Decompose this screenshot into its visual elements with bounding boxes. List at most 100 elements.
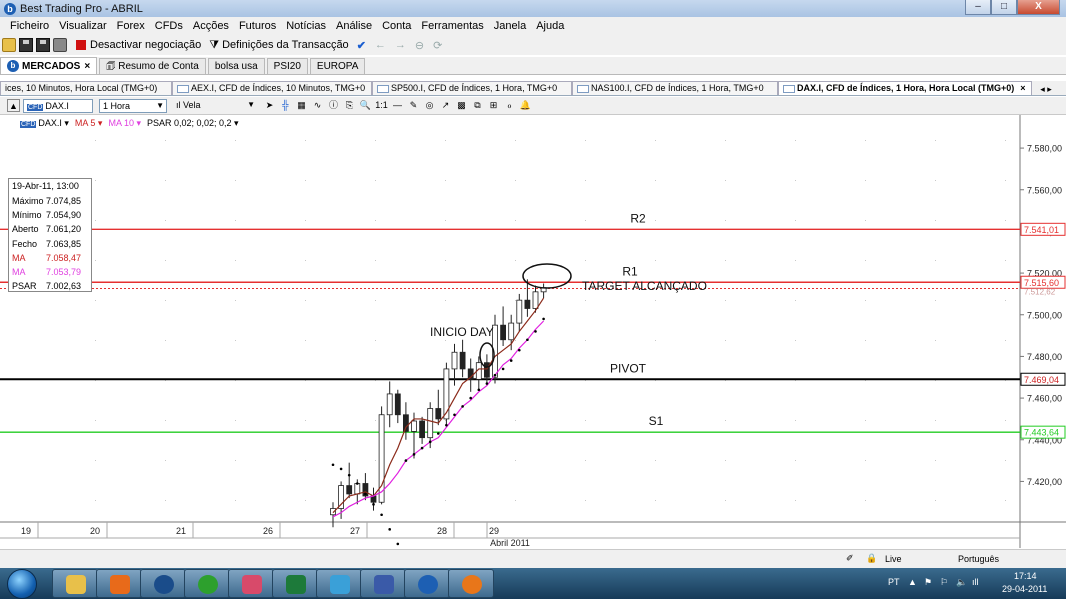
chart-style-select[interactable]: ıl Vela ▼ xyxy=(173,99,257,113)
chart-tab-sp500[interactable]: SP500.I, CFD de Índices, 1 Hora, TMG+0 xyxy=(372,81,572,95)
chart-tab-aex[interactable]: AEX.I, CFD de Índices, 10 Minutos, TMG+0 xyxy=(172,81,372,95)
menu-ficheiro[interactable]: Ficheiro xyxy=(10,20,49,32)
grid-dot xyxy=(1005,180,1006,181)
alert-icon[interactable]: 🔔 xyxy=(519,99,532,112)
chart-settings-icon[interactable]: ✐ xyxy=(846,553,854,564)
tab-resumo-de-conta[interactable]: 🗊 Resumo de Conta xyxy=(99,58,206,74)
tab-close-icon[interactable]: × xyxy=(84,59,90,74)
save-as-icon[interactable] xyxy=(36,38,50,52)
chart-tab-dax[interactable]: DAX.I, CFD de Índices, 1 Hora, Hora Loca… xyxy=(778,81,1032,95)
refresh-icon[interactable]: ⟳ xyxy=(433,39,442,52)
menu-forex[interactable]: Forex xyxy=(117,20,145,32)
info-icon[interactable]: ⓘ xyxy=(327,99,340,112)
taskbar-messenger[interactable] xyxy=(316,569,362,598)
taskbar-best-trading[interactable] xyxy=(404,569,450,598)
grid-dot xyxy=(515,140,516,141)
price-chart[interactable]: 7.580,007.560,007.540,007.520,007.500,00… xyxy=(0,115,1066,549)
trend-icon[interactable]: ↗ xyxy=(439,99,452,112)
maximize-button[interactable]: □ xyxy=(991,0,1017,15)
indicator-symbol[interactable]: CFD DAX.I ▾ xyxy=(20,118,69,129)
chart-tab-close-icon[interactable]: × xyxy=(1020,82,1025,95)
taskbar-hp[interactable] xyxy=(140,569,186,598)
clock-date[interactable]: 29-04-2011 xyxy=(1002,584,1047,594)
hline-icon[interactable]: ― xyxy=(391,99,404,112)
chart-tab-nas100[interactable]: NAS100.I, CFD de Índices, 1 Hora, TMG+0 xyxy=(572,81,778,95)
taskbar-utorrent[interactable] xyxy=(184,569,230,598)
taskbar-media[interactable] xyxy=(96,569,142,598)
tab-europa[interactable]: EUROPA xyxy=(309,58,366,74)
zoom-icon[interactable]: 🔍 xyxy=(359,99,372,112)
signal-icon[interactable]: ıll xyxy=(972,577,979,587)
menu-ferramentas[interactable]: Ferramentas xyxy=(421,20,483,32)
save-icon[interactable] xyxy=(19,38,33,52)
tab-psi20[interactable]: PSI20 xyxy=(266,58,308,74)
grid-dot xyxy=(585,460,586,461)
indicator-icon[interactable]: ∿ xyxy=(311,99,324,112)
chart-tab-1[interactable]: ices, 10 Minutos, Hora Local (TMG+0) xyxy=(0,81,172,95)
transaction-settings-button[interactable]: Definições da Transacção xyxy=(222,39,349,51)
menu-visualizar[interactable]: Visualizar xyxy=(59,20,107,32)
menu-cfds[interactable]: CFDs xyxy=(155,20,183,32)
cursor-icon[interactable]: ➤ xyxy=(263,99,276,112)
check-icon[interactable]: ✔ xyxy=(357,39,366,52)
menu-analise[interactable]: Análise xyxy=(336,20,372,32)
chevron-down-icon: ▼ xyxy=(247,99,255,109)
taskbar-paint[interactable] xyxy=(228,569,274,598)
lock-icon[interactable]: ⊖ xyxy=(415,39,424,52)
fib-icon[interactable]: ◎ xyxy=(423,99,436,112)
menu-conta[interactable]: Conta xyxy=(382,20,411,32)
tab-scroll-icon[interactable]: ◂ ▸ xyxy=(1036,84,1056,95)
candle xyxy=(435,408,442,420)
tab-bolsa-usa[interactable]: bolsa usa xyxy=(207,58,265,74)
open-folder-icon[interactable] xyxy=(2,38,16,52)
language-indicator[interactable]: PT xyxy=(888,577,900,587)
scale-icon[interactable]: 1:1 xyxy=(375,99,388,112)
print-icon[interactable] xyxy=(53,38,67,52)
menu-noticias[interactable]: Notícias xyxy=(286,20,326,32)
back-icon[interactable]: ← xyxy=(375,39,386,51)
start-button[interactable] xyxy=(7,569,37,599)
color-icon[interactable]: ▩ xyxy=(455,99,468,112)
symbol-select[interactable]: CFD DAX.I xyxy=(23,98,93,113)
menu-janela[interactable]: Janela xyxy=(494,20,526,32)
taskbar-explorer[interactable] xyxy=(52,569,98,598)
menu-futuros[interactable]: Futuros xyxy=(239,20,276,32)
taskbar-excel[interactable] xyxy=(272,569,318,598)
grid-dot xyxy=(585,300,586,301)
grid-dot xyxy=(515,220,516,221)
copy-icon[interactable]: ⧉ xyxy=(471,99,484,112)
indicator-ma5[interactable]: MA 5 ▾ xyxy=(75,118,103,129)
psar-dot xyxy=(356,482,359,485)
crosshair-icon[interactable]: ╬ xyxy=(279,99,292,112)
lock-icon[interactable]: 🔒 xyxy=(866,553,877,564)
indicator-ma10[interactable]: MA 10 ▾ xyxy=(108,118,141,129)
taskbar-charts[interactable] xyxy=(360,569,406,598)
minimize-button[interactable]: – xyxy=(965,0,991,15)
show-hidden-icons-icon[interactable]: ▲ xyxy=(908,577,917,587)
compare-icon[interactable]: ⊞ xyxy=(487,99,500,112)
timeframe-select[interactable]: 1 Hora ▼ xyxy=(99,98,167,113)
close-button[interactable]: X xyxy=(1017,0,1060,15)
grid-icon[interactable]: ▦ xyxy=(295,99,308,112)
hp-icon xyxy=(154,575,174,594)
template-icon[interactable]: ⎘ xyxy=(343,99,356,112)
forward-icon[interactable]: → xyxy=(395,39,406,51)
grid-dot xyxy=(935,500,936,501)
collapse-icon[interactable]: ▲ xyxy=(7,99,20,112)
menu-accoes[interactable]: Acções xyxy=(193,20,229,32)
indicator-psar[interactable]: PSAR 0,02; 0,02; 0,2 ▾ xyxy=(147,118,239,129)
network-icon[interactable]: ⚑ xyxy=(924,577,932,588)
volume-icon[interactable]: 🔈 xyxy=(956,577,967,588)
chart-style-value: Vela xyxy=(183,99,201,110)
pencil-icon[interactable]: ✎ xyxy=(407,99,420,112)
flag-icon[interactable]: ⚐ xyxy=(940,577,948,588)
taskbar-firefox[interactable] xyxy=(448,569,494,598)
object-icon[interactable]: ℴ xyxy=(503,99,516,112)
clock-time[interactable]: 17:14 xyxy=(1014,571,1037,581)
disable-trading-button[interactable]: Desactivar negociação xyxy=(90,39,201,51)
menu-ajuda[interactable]: Ajuda xyxy=(536,20,564,32)
grid-dot xyxy=(585,420,586,421)
grid-dot xyxy=(95,260,96,261)
tab-mercados[interactable]: b MERCADOS × xyxy=(0,57,98,74)
menu-bar: Ficheiro Visualizar Forex CFDs Acções Fu… xyxy=(0,17,1066,35)
